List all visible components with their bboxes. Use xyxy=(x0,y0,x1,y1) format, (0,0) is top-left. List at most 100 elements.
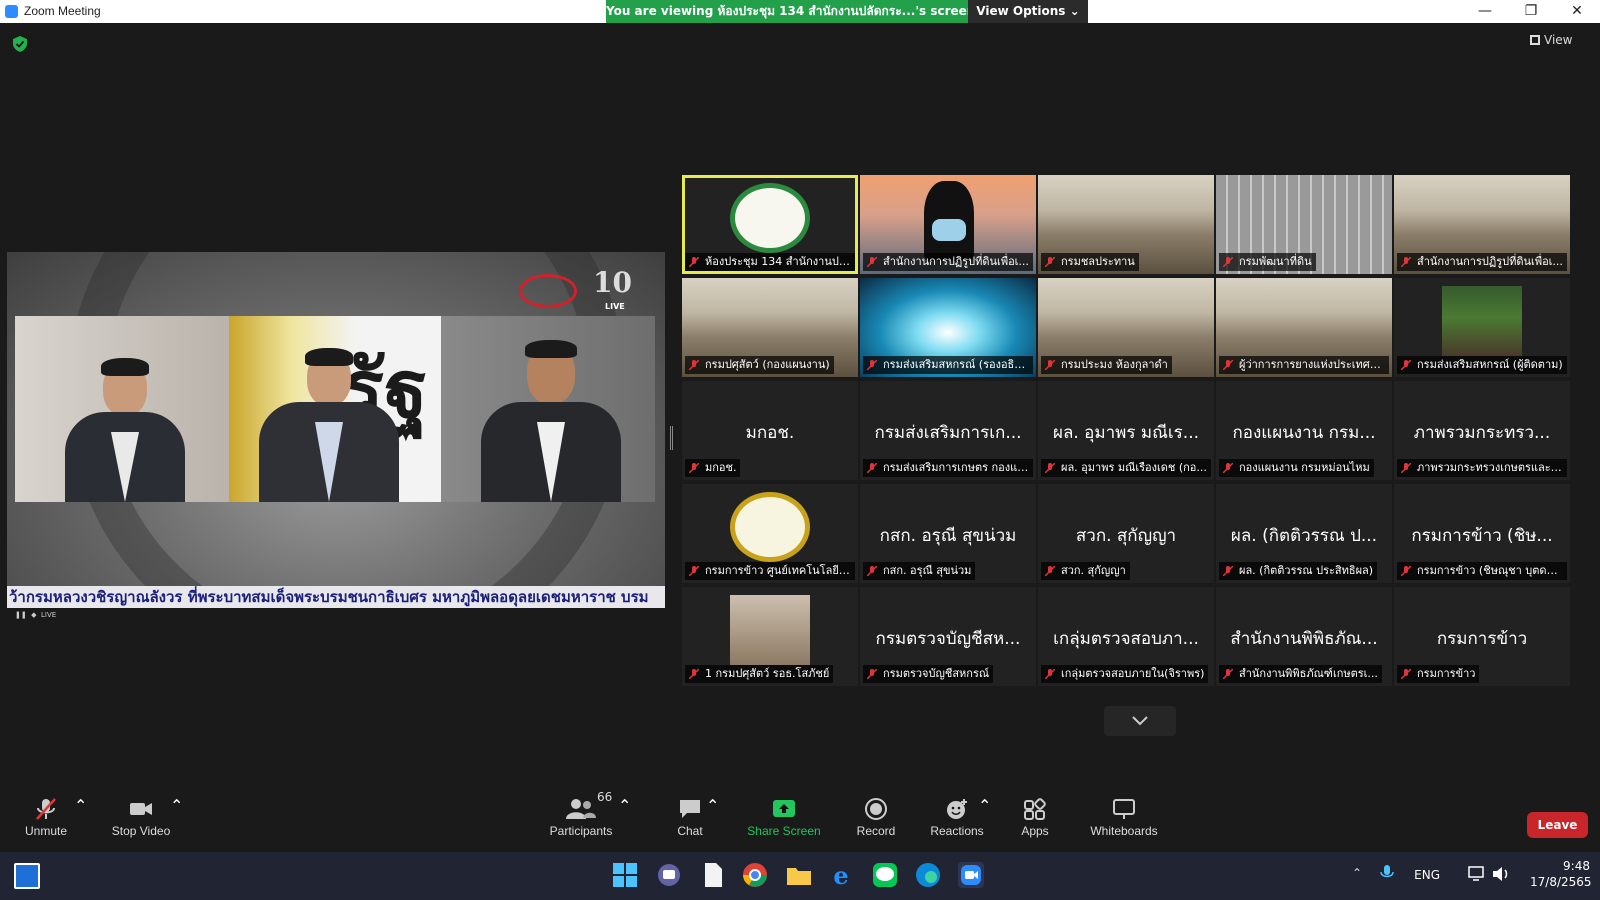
clock[interactable]: 9:48 17/8/2565 xyxy=(1530,858,1592,890)
participant-name-large: เกลุ่มตรวจสอบภา... xyxy=(1053,629,1199,649)
participant-tile[interactable]: กรมการข้าว (ชิษ... กรมการข้าว (ชิษณุชา บุ… xyxy=(1394,484,1570,583)
video-options-caret[interactable]: ⌃ xyxy=(170,796,183,815)
participant-tile[interactable]: มกอช. มกอช. xyxy=(682,381,858,480)
windows-start-icon[interactable] xyxy=(610,860,640,890)
file-explorer-icon[interactable] xyxy=(784,860,814,890)
audio-options-caret[interactable]: ⌃ xyxy=(74,796,87,815)
participant-name-large: กรมตรวจบัญชีสห... xyxy=(875,629,1021,649)
participant-tile[interactable]: ภาพรวมกระทรว... ภาพรวมกระทรวงเกษตรและส... xyxy=(1394,381,1570,480)
participant-tile[interactable]: กรมประมง ห้องกุลาดำ xyxy=(1038,278,1214,377)
participant-name-large: กสก. อรุณี สุขน่วม xyxy=(879,526,1017,546)
participant-tile[interactable]: กรมพัฒนาที่ดิน xyxy=(1216,175,1392,274)
leave-button[interactable]: Leave xyxy=(1527,812,1588,838)
clock-date: 17/8/2565 xyxy=(1530,875,1592,889)
participant-video xyxy=(730,183,810,253)
broadcaster-logo xyxy=(519,274,577,308)
muted-mic-icon xyxy=(1223,566,1233,576)
muted-mic-icon xyxy=(1223,257,1233,267)
participant-name-caption: มกอช. xyxy=(685,459,741,477)
file-icon[interactable] xyxy=(698,860,728,890)
windows-taskbar: e ⌃ ENG 9:48 17/8/2565 xyxy=(0,852,1600,900)
chrome-icon[interactable] xyxy=(740,860,770,890)
participant-tile[interactable]: กรมส่งเสริมสหกรณ์ (รองอธิบ... xyxy=(860,278,1036,377)
participant-tile[interactable]: ผล. (กิตติวรรณ ป... ผล. (กิตติวรรณ ประสิท… xyxy=(1216,484,1392,583)
face-mask xyxy=(932,219,966,241)
participant-tile[interactable]: กรมชลประทาน xyxy=(1038,175,1214,274)
muted-mic-icon xyxy=(1045,566,1055,576)
participant-name-caption: เกลุ่มตรวจสอบภายใน(จิราพร) xyxy=(1041,665,1209,683)
player-controls[interactable]: ❚❚ ◆ LIVE xyxy=(7,608,665,622)
participant-name-caption: กรมการข้าว xyxy=(1397,665,1480,683)
participant-name-large: กองแผนงาน กรม... xyxy=(1232,423,1376,443)
participant-tile[interactable]: ห้องประชุม 134 สำนักงานปลัดก... xyxy=(682,175,858,274)
line-app-icon[interactable] xyxy=(870,860,900,890)
participant-tile[interactable]: สำนักงานพิพิธภัณ... สำนักงานพิพิธภัณฑ์เกษ… xyxy=(1216,587,1392,686)
zoom-app-icon xyxy=(5,5,18,18)
whiteboards-label: Whiteboards xyxy=(1090,824,1158,838)
participant-tile[interactable]: กรมตรวจบัญชีสห... กรมตรวจบัญชีสหกรณ์ xyxy=(860,587,1036,686)
participant-tile[interactable]: ผล. อุมาพร มณีเร... ผล. อุมาพร มณีเรืองเด… xyxy=(1038,381,1214,480)
participant-name-caption-text: กรมการข้าว ศูนย์เทคโนโลยีส... xyxy=(705,564,855,577)
participant-name-caption: กรมชลประทาน xyxy=(1041,253,1139,271)
view-button[interactable]: View xyxy=(1530,33,1590,53)
chat-options-caret[interactable]: ⌃ xyxy=(706,796,719,815)
gallery-scroll-down-button[interactable] xyxy=(1104,706,1176,736)
record-button[interactable]: Record xyxy=(846,788,906,848)
participant-name-caption: กรมการข้าว (ชิษณุชา บุตดา... xyxy=(1397,562,1567,580)
window-title: Zoom Meeting xyxy=(24,4,101,18)
apps-icon xyxy=(1024,798,1046,820)
svg-text:e: e xyxy=(833,861,848,890)
volume-icon[interactable] xyxy=(1492,866,1510,882)
participant-tile[interactable]: สวก. สุกัญญา สวก. สุกัญญา xyxy=(1038,484,1214,583)
splitter-handle[interactable] xyxy=(670,426,673,450)
participants-options-caret[interactable]: ⌃ xyxy=(618,796,631,815)
muted-mic-icon xyxy=(1223,463,1233,473)
network-icon[interactable] xyxy=(1468,866,1486,882)
muted-mic-icon xyxy=(867,463,877,473)
participant-name-caption-text: มกอช. xyxy=(705,461,737,474)
participant-tile[interactable]: กรมส่งเสริมการเก... กรมส่งเสริมการเกษตร ก… xyxy=(860,381,1036,480)
stop-video-button[interactable]: Stop Video xyxy=(104,788,178,848)
live-label: LIVE xyxy=(605,302,625,311)
microphone-icon[interactable] xyxy=(1380,864,1394,882)
participant-tile[interactable]: กสก. อรุณี สุขน่วม กสก. อรุณี สุขน่วม xyxy=(860,484,1036,583)
minimize-icon[interactable]: — xyxy=(1462,0,1508,23)
internet-explorer-icon[interactable]: e xyxy=(826,860,856,890)
muted-mic-icon xyxy=(1401,360,1411,370)
muted-mic-icon xyxy=(867,566,877,576)
participant-tile[interactable]: เกลุ่มตรวจสอบภา... เกลุ่มตรวจสอบภายใน(จิร… xyxy=(1038,587,1214,686)
zoom-taskbar-icon[interactable] xyxy=(956,860,986,890)
participant-tile[interactable]: กรมการข้าว กรมการข้าว xyxy=(1394,587,1570,686)
muted-mic-icon xyxy=(689,257,699,267)
view-options-button[interactable]: View Options ⌄ xyxy=(968,0,1088,23)
close-icon[interactable]: ✕ xyxy=(1554,0,1600,23)
participant-tile[interactable]: กรมส่งเสริมสหกรณ์ (ผู้ติดตาม) xyxy=(1394,278,1570,377)
participants-count: 66 xyxy=(597,790,613,804)
whiteboards-button[interactable]: Whiteboards xyxy=(1082,788,1166,848)
muted-mic-icon xyxy=(1401,566,1411,576)
participant-tile[interactable]: 1 กรมปศุสัตว์ รอธ.โสภัชย์ xyxy=(682,587,858,686)
participant-tile[interactable]: กองแผนงาน กรม... กองแผนงาน กรมหม่อนไหม xyxy=(1216,381,1392,480)
share-screen-button[interactable]: Share Screen xyxy=(744,788,824,848)
apps-button[interactable]: Apps xyxy=(1010,788,1060,848)
shield-icon[interactable] xyxy=(13,36,27,52)
participant-tile[interactable]: สำนักงานการปฏิรูปที่ดินเพื่อเ... xyxy=(860,175,1036,274)
participant-tile[interactable]: ผู้ว่าการการยางแห่งประเทศไท... xyxy=(1216,278,1392,377)
muted-mic-icon xyxy=(1045,463,1055,473)
restore-icon[interactable]: ❐ xyxy=(1508,0,1554,23)
language-indicator[interactable]: ENG xyxy=(1414,868,1440,882)
unmute-button[interactable]: Unmute xyxy=(16,788,76,848)
teams-chat-icon[interactable] xyxy=(654,860,684,890)
reactions-options-caret[interactable]: ⌃ xyxy=(978,796,991,815)
muted-mic-icon xyxy=(1223,669,1233,679)
participant-tile[interactable]: กรมการข้าว ศูนย์เทคโนโลยีส... xyxy=(682,484,858,583)
participant-name-large: ภาพรวมกระทรว... xyxy=(1413,423,1551,443)
participant-tile[interactable]: กรมปศุสัตว์ (กองแผนงาน) xyxy=(682,278,858,377)
edge-icon[interactable] xyxy=(913,860,943,890)
participant-name-caption-text: กรมชลประทาน xyxy=(1061,255,1135,268)
widgets-icon[interactable] xyxy=(14,863,40,889)
participant-tile[interactable]: สำนักงานการปฏิรูปที่ดินเพื่อเ... xyxy=(1394,175,1570,274)
participant-name-caption-text: กสก. อรุณี สุขน่วม xyxy=(883,564,972,577)
participant-name-caption: สำนักงานการปฏิรูปที่ดินเพื่อเ... xyxy=(1397,253,1567,271)
chevron-up-icon[interactable]: ⌃ xyxy=(1352,866,1362,880)
